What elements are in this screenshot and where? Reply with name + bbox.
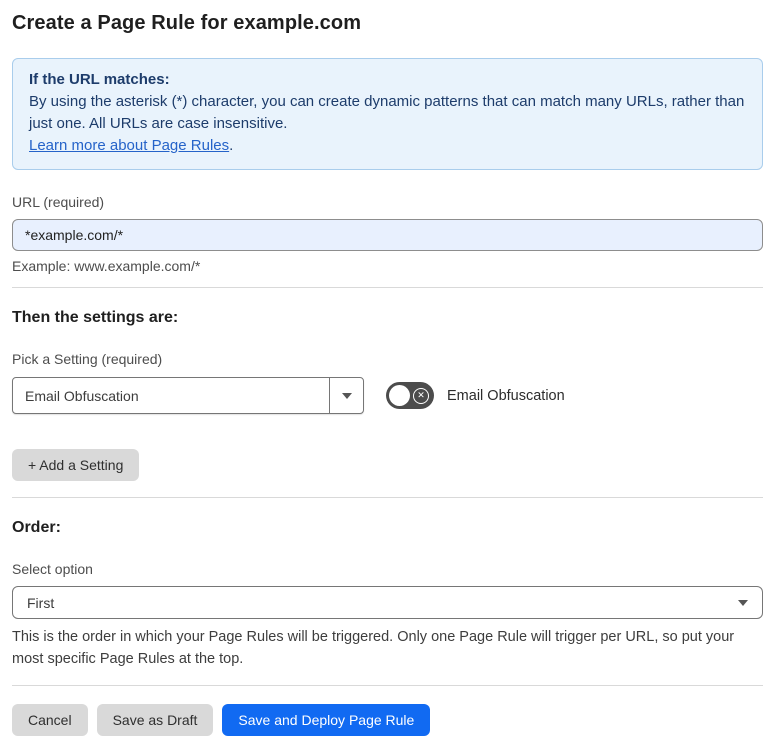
divider	[12, 287, 763, 288]
order-section-heading: Order:	[12, 519, 61, 536]
order-help-text: This is the order in which your Page Rul…	[12, 629, 735, 667]
info-box-body: By using the asterisk (*) character, you…	[29, 93, 745, 132]
cancel-button[interactable]: Cancel	[12, 704, 88, 736]
toggle-knob	[389, 385, 410, 406]
setting-select-arrow-button[interactable]	[329, 378, 363, 413]
learn-more-link[interactable]: Learn more about Page Rules	[29, 137, 229, 154]
order-select[interactable]: First	[12, 586, 763, 619]
page-rule-form: Create a Page Rule for example.com If th…	[0, 0, 775, 736]
toggle-off-x-icon: ✕	[413, 387, 429, 404]
url-example-text: Example: www.example.com/*	[12, 258, 201, 274]
url-input[interactable]	[12, 219, 763, 251]
email-obfuscation-toggle-group: ✕ Email Obfuscation	[386, 382, 565, 409]
chevron-down-icon	[738, 599, 748, 606]
order-select-value: First	[27, 594, 55, 611]
setting-select-value: Email Obfuscation	[25, 387, 139, 404]
email-obfuscation-toggle[interactable]: ✕	[386, 382, 434, 409]
pick-setting-label: Pick a Setting (required)	[12, 351, 163, 367]
save-as-draft-button[interactable]: Save as Draft	[96, 704, 214, 736]
chevron-down-icon	[341, 392, 352, 399]
url-match-info-box: If the URL matches: By using the asteris…	[12, 58, 763, 170]
save-and-deploy-button[interactable]: Save and Deploy Page Rule	[222, 704, 431, 736]
info-box-heading: If the URL matches:	[29, 71, 170, 88]
divider	[12, 497, 763, 498]
info-box-link-line: Learn more about Page Rules.	[29, 135, 746, 157]
page-title: Create a Page Rule for example.com	[12, 12, 362, 34]
settings-section-heading: Then the settings are:	[12, 309, 179, 326]
order-select-label: Select option	[12, 561, 93, 577]
setting-row: Email Obfuscation ✕ Email Obfuscation	[12, 377, 763, 414]
setting-select[interactable]: Email Obfuscation	[12, 377, 364, 414]
add-setting-button[interactable]: + Add a Setting	[12, 449, 140, 481]
link-suffix: .	[229, 137, 234, 154]
footer-actions: Cancel Save as Draft Save and Deploy Pag…	[12, 704, 763, 736]
url-field-label: URL (required)	[12, 194, 105, 210]
toggle-label: Email Obfuscation	[447, 387, 565, 404]
divider	[12, 685, 763, 686]
